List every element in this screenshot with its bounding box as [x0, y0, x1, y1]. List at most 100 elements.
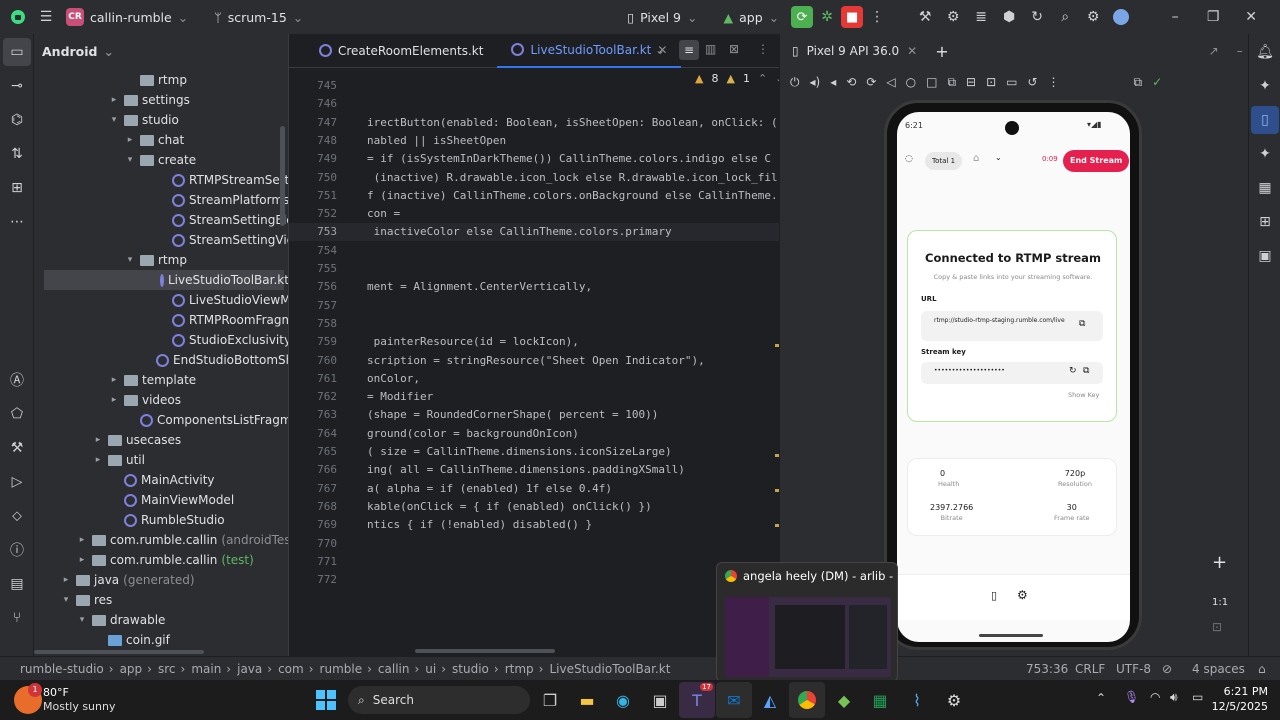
chevron-down-icon[interactable]: ▾ — [60, 590, 72, 610]
zoom-actual-button[interactable]: 1:1 — [1212, 597, 1228, 608]
chevron-right-icon[interactable]: ▸ — [92, 450, 104, 470]
chevron-down-icon[interactable]: ▾ — [124, 150, 136, 170]
code-line[interactable]: 757 — [289, 297, 779, 315]
breadcrumb-item[interactable]: studio › — [452, 662, 499, 676]
caret-position[interactable]: 753:36 — [1026, 662, 1068, 676]
breadcrumb-item[interactable]: callin › — [378, 662, 419, 676]
code-line[interactable]: 765 ( size = CallinTheme.dimensions.iconS… — [289, 443, 779, 461]
project-folder-icon[interactable]: ▭ — [3, 38, 31, 66]
extended-controls-icon[interactable]: ⋮ — [1048, 75, 1060, 89]
device-selector[interactable]: ▯ Pixel 9 ⌄ — [621, 4, 703, 30]
tree-item[interactable]: RumbleStudio — [108, 510, 225, 530]
clock-time[interactable]: 6:21 PM — [1216, 685, 1268, 698]
tree-item[interactable]: ▾ drawable — [76, 610, 166, 630]
tree-scrollbar[interactable] — [280, 126, 285, 226]
code-line[interactable]: 756 ment = Alignment.CenterVertically, — [289, 278, 779, 296]
more-options-icon[interactable]: ⋮ — [863, 3, 891, 31]
tree-item[interactable]: ▸ util — [92, 450, 145, 470]
chevron-right-icon[interactable]: ▸ — [76, 530, 88, 550]
open-in-window-icon[interactable]: ↗ — [1209, 44, 1219, 58]
code-line[interactable]: 764 ground(color = backgroundOnIcon) — [289, 425, 779, 443]
phone-icon[interactable]: ▯ — [991, 589, 997, 602]
phone-screen[interactable]: 6:21 ▾◢▮ ◌ Total 1 ⌂ ⌄ 0:09 End Stream C… — [897, 112, 1130, 642]
code-line[interactable]: 748 nabled || isSheetOpen — [289, 132, 779, 150]
stream-key-field[interactable]: •••••••••••••••••••• ↻ ⧉ — [921, 362, 1103, 384]
weather-icon[interactable]: 1 — [14, 683, 42, 714]
code-line[interactable]: 746 — [289, 95, 779, 113]
tree-item[interactable]: ▸ chat — [124, 130, 185, 150]
code-line[interactable]: 747 irectButton(enabled: Boolean, isSheet… — [289, 114, 779, 132]
clock-date[interactable]: 12/5/2025 — [1206, 700, 1268, 713]
code-line[interactable]: 752 con = — [289, 205, 779, 223]
chevron-right-icon[interactable]: ▸ — [108, 370, 120, 390]
code-line[interactable]: 753 inactiveColor else CallinTheme.color… — [289, 223, 779, 242]
chevron-right-icon[interactable]: ▸ — [60, 570, 72, 590]
back-icon[interactable]: ◁ — [886, 75, 895, 89]
close-window-icon[interactable]: ✕ — [1237, 3, 1265, 31]
settings-gear-icon[interactable]: ⚙ — [1017, 588, 1028, 602]
stop-button[interactable]: ■ — [841, 6, 864, 28]
code-line[interactable]: 755 — [289, 260, 779, 278]
chevron-down-icon[interactable]: ⌄ — [995, 153, 1002, 162]
chrome-icon[interactable] — [789, 682, 825, 718]
fit-screen-icon[interactable]: ⊡ — [1212, 620, 1222, 634]
breadcrumb-item[interactable]: rumble › — [320, 662, 372, 676]
tree-item[interactable]: StreamSettingElement — [156, 210, 288, 230]
chevron-right-icon[interactable]: ▸ — [76, 550, 88, 570]
code-line[interactable]: 745 — [289, 77, 779, 95]
volume-down-icon[interactable]: ◂ — [830, 75, 836, 89]
breadcrumb-item[interactable]: src › — [158, 662, 185, 676]
copy-icon[interactable]: ⧉ — [1083, 366, 1089, 376]
more-tools-icon[interactable]: ⋯ — [3, 208, 31, 236]
sync-icon[interactable]: ↻ — [1023, 3, 1051, 31]
editor-more-icon[interactable]: ⋮ — [757, 42, 769, 56]
git-icon[interactable]: ⑂ — [3, 604, 31, 632]
volume-up-icon[interactable]: ◂) — [810, 75, 821, 89]
device-tab-label[interactable]: Pixel 9 API 36.0 — [807, 44, 900, 58]
taskbar-preview-popup[interactable]: angela heely (DM) - arlib - S... — [716, 562, 898, 682]
chart-app-icon[interactable]: ⌇ — [899, 682, 935, 718]
azure-data-studio-icon[interactable]: ◭ — [752, 682, 788, 718]
copy-icon[interactable]: ⧉ — [1079, 319, 1085, 329]
code-line[interactable]: 771 — [289, 553, 779, 571]
chevron-right-icon[interactable]: ▸ — [124, 130, 136, 150]
lock-icon[interactable]: ⌂ — [973, 153, 979, 164]
tree-horizontal-scrollbar[interactable] — [34, 650, 204, 654]
search-icon[interactable]: ⌕ — [1051, 3, 1079, 31]
code-line[interactable]: 754 — [289, 242, 779, 260]
task-view-icon[interactable]: ❐ — [532, 682, 568, 718]
tree-item[interactable]: RTMPRoomFragment.k — [156, 310, 288, 330]
power-icon[interactable]: ⏻ — [790, 75, 800, 90]
tree-item[interactable]: LiveStudioToolBar.kt — [44, 270, 288, 290]
store-icon[interactable]: ▣ — [642, 682, 678, 718]
device-manager-icon[interactable]: ▦ — [1251, 174, 1279, 202]
lock-icon[interactable]: ⌂ — [1258, 662, 1266, 676]
notifications-icon[interactable]: 🔔︎ — [1251, 38, 1279, 66]
design-view-icon[interactable]: ⊠ — [729, 42, 739, 56]
code-line[interactable]: 749 = if (isSystemInDarkTheme()) CallinTh… — [289, 150, 779, 168]
code-line[interactable]: 751 f (inactive) CallinTheme.colors.onBac… — [289, 187, 779, 205]
tree-item[interactable]: StudioExclusivityBotto — [156, 330, 288, 350]
total-viewers-chip[interactable]: Total 1 — [925, 152, 963, 170]
tree-item[interactable]: EndStudioBottomSheet.k — [140, 350, 288, 370]
commit-icon[interactable]: ⊸ — [3, 72, 31, 100]
split-view-icon[interactable]: ▥ — [705, 42, 716, 56]
tree-item[interactable]: ▸ template — [108, 370, 196, 390]
show-key-link[interactable]: Show Key — [1068, 391, 1099, 399]
taskbar-search[interactable]: ⌕ Search — [348, 686, 530, 714]
tree-item[interactable]: ▸ videos — [108, 390, 181, 410]
tab-create-room-elements[interactable]: CreateRoomElements.kt — [305, 34, 497, 68]
minimize-window-icon[interactable]: – — [1161, 3, 1189, 31]
tree-item[interactable]: ComponentsListFragment.kt — [124, 410, 288, 430]
breadcrumb-item[interactable]: main › — [191, 662, 231, 676]
tree-item[interactable]: ▾ create — [124, 150, 196, 170]
screen-record-icon[interactable]: ▭ — [1006, 75, 1017, 89]
code-line[interactable]: 760 scription = stringResource("Sheet Ope… — [289, 352, 779, 370]
minimize-panel-icon[interactable]: – — [1237, 44, 1243, 58]
tree-item[interactable]: RTMPStreamSettingsB — [156, 170, 288, 190]
android-studio-icon[interactable]: ◆ — [826, 682, 862, 718]
device-explorer-icon[interactable]: ⊞ — [1251, 208, 1279, 236]
tab-live-studio-toolbar[interactable]: LiveStudioToolBar.kt ✕ — [497, 34, 682, 68]
debug-icon[interactable]: ✲ — [813, 3, 841, 31]
tree-item[interactable]: ▾ rtmp — [124, 250, 187, 270]
